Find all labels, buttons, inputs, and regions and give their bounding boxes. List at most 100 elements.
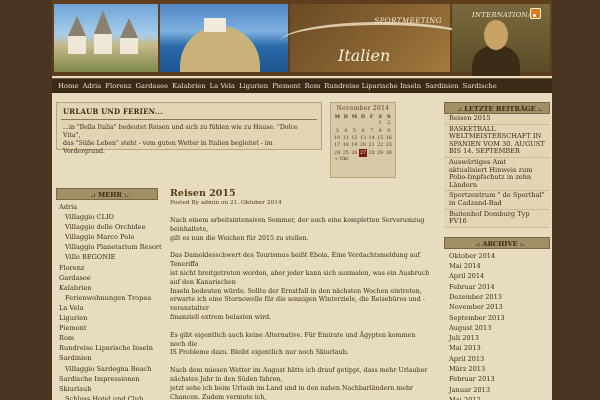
archive-link[interactable]: Januar 2013 xyxy=(444,385,550,395)
recent-post-link[interactable]: Reisen 2015 xyxy=(444,114,550,125)
nav-item[interactable]: Home xyxy=(58,82,79,90)
calendar-day[interactable]: 4 xyxy=(342,128,351,135)
mehr-link[interactable]: Sardinien xyxy=(56,353,158,363)
nav-item[interactable]: Sardinien xyxy=(425,82,458,90)
calendar-day[interactable]: 11 xyxy=(342,135,351,142)
mehr-link[interactable]: Gardasee xyxy=(56,273,158,283)
calendar-day[interactable]: 6 xyxy=(359,128,368,135)
calendar-day[interactable]: 1 xyxy=(376,120,385,127)
calendar-day[interactable]: 28 xyxy=(367,149,376,156)
mehr-link[interactable]: Ferienwohnungen Tropea xyxy=(56,293,158,303)
archive-link[interactable]: Mai 2012 xyxy=(444,395,550,400)
calendar-day[interactable]: 5 xyxy=(350,128,359,135)
recent-post-link[interactable]: Buitenhof Domburg Typ FV16 xyxy=(444,209,550,228)
archive-link[interactable]: Mai 2013 xyxy=(444,343,550,353)
nav-item[interactable]: Rom xyxy=(305,82,321,90)
calendar-day[interactable]: 10 xyxy=(333,135,342,142)
intro-line: ...in "Bella Italia" bedeutet Reisen und… xyxy=(63,124,298,139)
mehr-link[interactable]: Villaggio Marco Polo xyxy=(56,232,158,242)
archive-link[interactable]: Mai 2014 xyxy=(444,261,550,271)
calendar-day[interactable]: 25 xyxy=(342,149,351,156)
calendar-day[interactable]: 7 xyxy=(367,128,376,135)
archive-link[interactable]: Februar 2014 xyxy=(444,282,550,292)
archive-link[interactable]: April 2014 xyxy=(444,271,550,281)
calendar-prev-link[interactable]: « Okt xyxy=(331,157,395,162)
international-label: INTERNATIONAL xyxy=(472,11,538,19)
calendar-weekday: S xyxy=(378,113,382,120)
archive-link[interactable]: Juli 2013 xyxy=(444,333,550,343)
archive-link[interactable]: Februar 2013 xyxy=(444,374,550,384)
archive-link[interactable]: November 2013 xyxy=(444,302,550,312)
calendar-day[interactable]: 17 xyxy=(333,142,342,149)
mehr-link[interactable]: Florenz xyxy=(56,263,158,273)
recent-post-link[interactable]: Sportzentrum " de Sporthal" in Cadzand-B… xyxy=(444,191,550,210)
nav-item[interactable]: Kalabrien xyxy=(172,82,206,90)
nav-item[interactable]: Piemont xyxy=(272,82,300,90)
nav-item[interactable]: Adria xyxy=(83,82,102,90)
mehr-link[interactable]: Villaggio CLIO xyxy=(56,212,158,222)
post-text-line: Nach einem arbeitsintensiven Sommer, der… xyxy=(170,217,425,224)
mehr-link[interactable]: Villaggio Planetarium Resort xyxy=(56,242,162,252)
calendar-day[interactable]: 3 xyxy=(333,128,342,135)
calendar-day[interactable]: 24 xyxy=(333,149,342,156)
mehr-link[interactable]: Sardische Impressionen xyxy=(56,374,158,384)
left-sidebar: .: MEHR :. Adria Villaggio CLIO Villaggio … xyxy=(56,188,162,400)
post-text-line: erwarte ich eine Stornowelle für die son… xyxy=(170,296,425,304)
mehr-link[interactable]: Schloss Hotel und Club xyxy=(56,394,158,400)
calendar-day[interactable]: 21 xyxy=(367,142,376,149)
post-title[interactable]: Reisen 2015 xyxy=(170,188,440,199)
archive-link[interactable]: April 2013 xyxy=(444,354,550,364)
post-text-line: auf den Kanarischen xyxy=(170,278,236,286)
calendar-day[interactable]: 20 xyxy=(359,142,368,149)
calendar-week: 3456789 xyxy=(333,128,393,135)
calendar-day[interactable]: 9 xyxy=(384,128,393,135)
archive-link[interactable]: September 2013 xyxy=(444,313,550,323)
calendar-day[interactable]: 22 xyxy=(376,142,385,149)
mehr-link[interactable]: Skiurlaub xyxy=(56,384,158,394)
mehr-link[interactable]: Adria xyxy=(56,202,158,212)
calendar-day[interactable]: 16 xyxy=(384,135,393,142)
calendar-day[interactable]: 27 xyxy=(358,149,368,157)
nav-item[interactable]: Ligurien xyxy=(239,82,268,90)
calendar-day[interactable]: 26 xyxy=(350,149,359,156)
calendar-day xyxy=(367,120,376,127)
mehr-link[interactable]: La Vela xyxy=(56,303,158,313)
calendar-day[interactable]: 14 xyxy=(367,135,376,142)
post-meta: Posted By admin on 21. Oktober 2014 xyxy=(170,200,282,206)
recent-post-link[interactable]: Auswärtiges Amt aktualisiert Hinweis zum… xyxy=(444,157,550,192)
calendar-day[interactable]: 30 xyxy=(384,149,393,156)
nav-item[interactable]: Sardische xyxy=(463,82,497,90)
mehr-link[interactable]: Ligurien xyxy=(56,313,158,323)
calendar-day[interactable]: 8 xyxy=(376,128,385,135)
mehr-link[interactable]: Rom xyxy=(56,333,158,343)
mehr-link[interactable]: Villaggio Sardegna Beach xyxy=(56,364,158,374)
mehr-link[interactable]: Kalabrien xyxy=(56,283,158,293)
mehr-link[interactable]: Ville BEGONIE xyxy=(56,252,158,262)
post-text-line: jetzt sehe ich beim Urlaub im Land und i… xyxy=(170,384,414,392)
archive-link[interactable]: August 2013 xyxy=(444,323,550,333)
nav-item[interactable]: Rundreise Liparische Inseln xyxy=(324,82,421,90)
calendar-day xyxy=(350,120,359,127)
recent-post-link[interactable]: BASKETBALL WELTMEISTERSCHAFT IN SPANIEN … xyxy=(444,124,550,158)
archive-link[interactable]: Oktober 2014 xyxy=(444,251,550,261)
mehr-link[interactable]: Rundreise Liparische Inseln xyxy=(56,343,158,353)
sportmeeting-label: SPORTMEETING xyxy=(374,17,442,25)
calendar-day[interactable]: 29 xyxy=(376,149,385,156)
mehr-link[interactable]: Villaggio delle Orchidee xyxy=(56,222,158,232)
calendar-day[interactable]: 18 xyxy=(342,142,351,149)
nav-item[interactable]: Florenz xyxy=(105,82,131,90)
calendar-day[interactable]: 15 xyxy=(376,135,385,142)
calendar-day[interactable]: 13 xyxy=(359,135,368,142)
post-text-line: Es gibt eigentlich auch keine Alternativ… xyxy=(170,331,416,339)
nav-item[interactable]: La Vela xyxy=(210,82,235,90)
calendar-day[interactable]: 23 xyxy=(384,142,393,149)
rss-icon[interactable] xyxy=(530,8,541,19)
calendar-day[interactable]: 2 xyxy=(384,120,393,127)
mehr-link[interactable]: Piemont xyxy=(56,323,158,333)
archive-link[interactable]: Dezember 2013 xyxy=(444,292,550,302)
calendar-day[interactable]: 12 xyxy=(350,135,359,142)
site-title[interactable]: Italien xyxy=(338,46,390,65)
archive-link[interactable]: März 2013 xyxy=(444,364,550,374)
calendar-day[interactable]: 19 xyxy=(350,142,359,149)
nav-item[interactable]: Gardasee xyxy=(135,82,168,90)
